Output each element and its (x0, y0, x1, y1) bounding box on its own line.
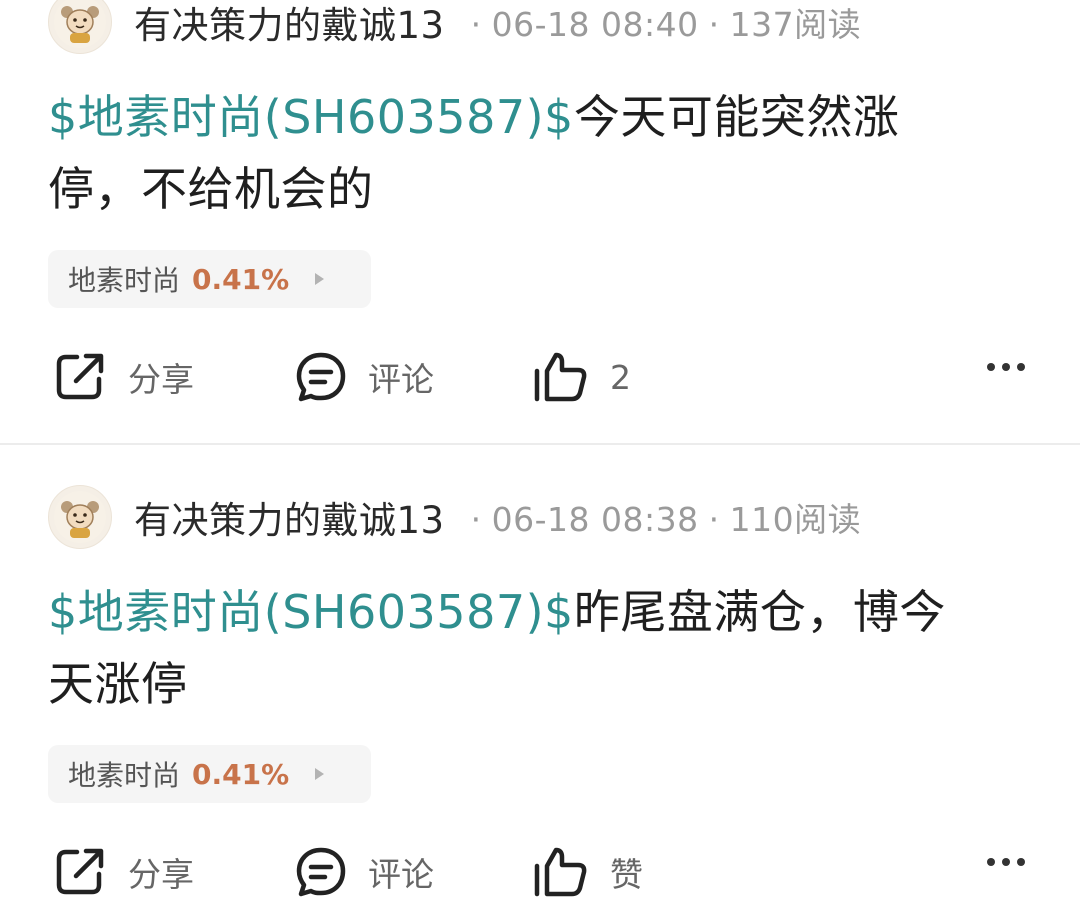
post-card: 有决策力的戴诚13 · 06-18 08:40 · 137阅读 $地素时尚(SH603… (0, 0, 1080, 443)
stock-link[interactable]: $地素时尚(SH603587)$ (48, 90, 574, 144)
post-text-line1: 今天可能突然涨 (573, 90, 900, 144)
stock-link[interactable]: $地素时尚(SH603587)$ (48, 585, 574, 639)
action-bar: 分享 评论 赞 (0, 840, 1080, 904)
post-text-line1: 昨尾盘满仓，博今 (573, 585, 946, 639)
like-icon (534, 847, 587, 897)
quote-stock-name: 地素时尚 (68, 264, 181, 297)
avatar[interactable] (48, 485, 112, 549)
post-time: 06-18 08:40 (491, 5, 699, 44)
share-icon (56, 353, 104, 400)
author-name[interactable]: 有决策力的戴诚13 (134, 0, 445, 49)
comment-label: 评论 (368, 855, 434, 894)
read-count: 137阅读 (729, 5, 862, 44)
post-text-line2: 停，不给机会的 (48, 162, 374, 216)
more-icon-dot (1002, 363, 1010, 371)
post-meta: · 06-18 08:38 · 110阅读 (461, 493, 861, 541)
comment-label: 评论 (368, 360, 434, 399)
like-button[interactable]: 赞 (532, 840, 643, 904)
share-button[interactable]: 分享 (52, 345, 194, 409)
comment-button[interactable]: 评论 (294, 840, 434, 904)
chevron-right-icon (315, 768, 325, 780)
separator: · (470, 5, 482, 44)
share-label: 分享 (128, 360, 194, 399)
separator: · (708, 500, 720, 539)
post-content: $地素时尚(SH603587)$今天可能突然涨停，不给机会的 (48, 81, 988, 225)
more-icon-dot (1002, 858, 1010, 866)
more-icon (987, 858, 995, 866)
quote-stock-name: 地素时尚 (68, 759, 181, 792)
author-row: 有决策力的戴诚13 · 06-18 08:40 · 137阅读 (48, 0, 861, 54)
share-label: 分享 (128, 855, 194, 894)
quote-change: 0.41% (192, 757, 290, 791)
more-icon (987, 363, 995, 371)
avatar[interactable] (48, 0, 112, 54)
post-content: $地素时尚(SH603587)$昨尾盘满仓，博今天涨停 (48, 576, 988, 720)
separator: · (470, 500, 482, 539)
avatar-icon (54, 0, 106, 48)
stock-quote-chip[interactable]: 地素时尚 0.41% (48, 250, 371, 308)
like-label: 赞 (610, 855, 643, 894)
author-name[interactable]: 有决策力的戴诚13 (134, 490, 445, 544)
avatar-icon (54, 491, 106, 543)
author-row: 有决策力的戴诚13 · 06-18 08:38 · 110阅读 (48, 485, 861, 549)
stock-quote-chip[interactable]: 地素时尚 0.41% (48, 745, 371, 803)
more-icon-dot (1017, 858, 1025, 866)
comment-icon (296, 847, 346, 897)
post-meta: · 06-18 08:40 · 137阅读 (461, 0, 861, 46)
share-button[interactable]: 分享 (52, 840, 194, 904)
post-text-line2: 天涨停 (48, 657, 188, 711)
comment-icon (296, 352, 346, 402)
separator: · (708, 5, 720, 44)
chevron-right-icon (315, 273, 325, 285)
action-bar: 分享 评论 2 (0, 345, 1080, 409)
quote-change: 0.41% (192, 262, 290, 296)
post-time: 06-18 08:38 (491, 500, 699, 539)
more-options-button[interactable] (987, 858, 1025, 866)
more-options-button[interactable] (987, 363, 1025, 371)
like-icon (534, 352, 587, 402)
read-count: 110阅读 (729, 500, 862, 539)
post-card: 有决策力的戴诚13 · 06-18 08:38 · 110阅读 $地素时尚(SH603… (0, 445, 1080, 901)
like-count: 2 (610, 357, 631, 397)
more-icon-dot (1017, 363, 1025, 371)
comment-button[interactable]: 评论 (294, 345, 434, 409)
like-button[interactable]: 2 (532, 345, 631, 409)
share-icon (56, 848, 104, 895)
